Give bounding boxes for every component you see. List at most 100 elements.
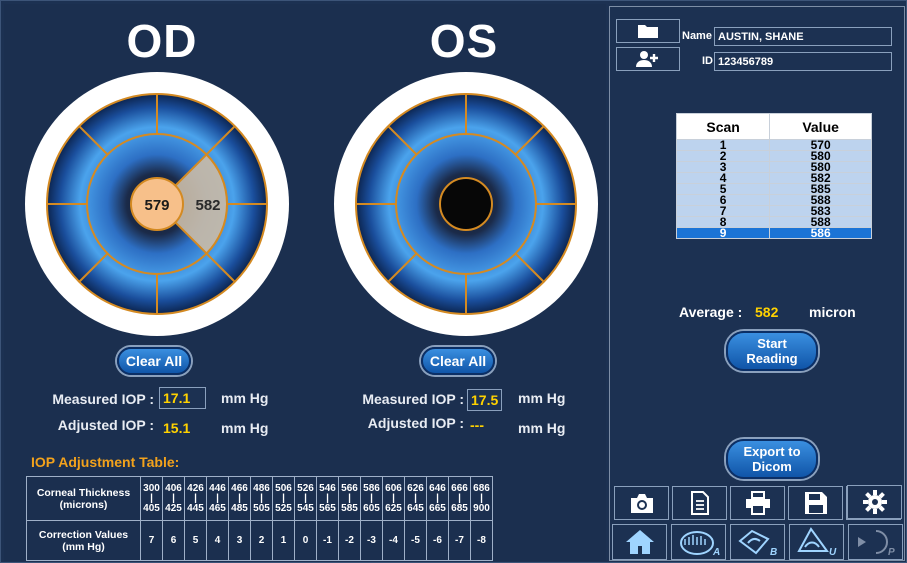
folder-icon bbox=[638, 25, 658, 38]
report-button[interactable] bbox=[672, 486, 727, 520]
settings-gear-button[interactable] bbox=[847, 485, 902, 519]
svg-text:P: P bbox=[888, 547, 895, 557]
os-measured-iop-label: Measured IOP : bbox=[362, 391, 464, 407]
scan-number-cell: 9 bbox=[675, 227, 771, 239]
od-adjusted-iop-label: Adjusted IOP : bbox=[57, 417, 154, 433]
add-patient-button[interactable] bbox=[616, 47, 680, 71]
thickness-range-cell: 666 | 685 bbox=[448, 476, 471, 521]
correction-value-cell: -7 bbox=[448, 520, 471, 561]
patient-name-field[interactable]: AUSTIN, SHANE bbox=[714, 27, 892, 46]
scan-row[interactable]: 3 580 bbox=[675, 161, 872, 173]
correction-row: Correction Values (mm Hg) 7 6 5 4 3 2 1 0 -1 -2 -3-… bbox=[26, 520, 493, 561]
average-value: 582 bbox=[755, 304, 779, 320]
thickness-header: Corneal Thickness (microns) bbox=[26, 476, 141, 521]
id-label: ID bbox=[702, 55, 713, 67]
patient-id-field[interactable]: 123456789 bbox=[714, 52, 892, 71]
mode-p-button[interactable]: P bbox=[848, 524, 903, 560]
correction-value-cell: -3 bbox=[360, 520, 383, 561]
scan-row[interactable]: 7 583 bbox=[675, 205, 872, 217]
os-measured-iop-unit: mm Hg bbox=[518, 390, 566, 406]
patient-panel: Name AUSTIN, SHANE ID 123456789 Scan Val… bbox=[609, 6, 905, 561]
correction-value-cell: 6 bbox=[162, 520, 185, 561]
correction-value-cell: 5 bbox=[184, 520, 207, 561]
thickness-range-cell: 626 | 645 bbox=[404, 476, 427, 521]
open-folder-button[interactable] bbox=[616, 19, 680, 43]
document-icon bbox=[690, 491, 709, 515]
od-center-value: 579 bbox=[144, 197, 169, 214]
od-adjusted-iop-value: 15.1 bbox=[163, 420, 191, 436]
value-column-header: Value bbox=[769, 113, 872, 140]
print-button[interactable] bbox=[730, 486, 785, 520]
od-clear-all-button[interactable]: Clear All bbox=[117, 347, 191, 375]
u-scan-icon: U bbox=[796, 527, 837, 557]
scan-row[interactable]: 6 588 bbox=[675, 194, 872, 206]
home-icon bbox=[625, 530, 654, 554]
average-unit: micron bbox=[809, 304, 856, 320]
correction-value-cell: -1 bbox=[316, 520, 339, 561]
thickness-range-cell: 300 | 405 bbox=[140, 476, 163, 521]
thickness-row: Corneal Thickness (microns) 300 | 405 406 | 42… bbox=[26, 476, 493, 521]
scan-row[interactable]: 4 582 bbox=[675, 172, 872, 184]
od-right-value: 582 bbox=[195, 197, 220, 214]
correction-value-cell: 2 bbox=[250, 520, 273, 561]
correction-value-cell: 0 bbox=[294, 520, 317, 561]
correction-value-cell: -6 bbox=[426, 520, 449, 561]
od-eye-map[interactable]: 579 582 bbox=[22, 69, 292, 339]
save-button[interactable] bbox=[788, 486, 843, 520]
svg-text:A: A bbox=[712, 547, 720, 557]
correction-value-cell: -5 bbox=[404, 520, 427, 561]
a-scan-icon: A bbox=[679, 531, 720, 557]
mode-b-button[interactable]: B bbox=[730, 524, 785, 560]
thickness-range-cell: 606 | 625 bbox=[382, 476, 405, 521]
thickness-range-cell: 426 | 445 bbox=[184, 476, 207, 521]
scan-row[interactable]: 9 586 bbox=[675, 227, 872, 239]
os-adjusted-iop-label: Adjusted IOP : bbox=[367, 415, 464, 431]
mode-u-button[interactable]: U bbox=[789, 524, 844, 560]
scan-row[interactable]: 8 588 bbox=[675, 216, 872, 228]
export-dicom-button[interactable]: Export to Dicom bbox=[726, 439, 818, 479]
thickness-range-cell: 546 | 565 bbox=[316, 476, 339, 521]
os-measured-iop-field[interactable]: 17.5 bbox=[467, 389, 502, 411]
correction-value-cell: 1 bbox=[272, 520, 295, 561]
correction-value-cell: -4 bbox=[382, 520, 405, 561]
save-icon bbox=[804, 492, 827, 514]
scan-row[interactable]: 2 580 bbox=[675, 150, 872, 162]
iop-adjustment-table: Corneal Thickness (microns) 300 | 405 406 | 42… bbox=[26, 476, 493, 561]
thickness-range-cell: 526 | 545 bbox=[294, 476, 317, 521]
print-icon bbox=[745, 491, 770, 515]
scan-row[interactable]: 5 585 bbox=[675, 183, 872, 195]
thickness-range-cell: 466 | 485 bbox=[228, 476, 251, 521]
thickness-range-cell: 586 | 605 bbox=[360, 476, 383, 521]
thickness-range-cell: 446 | 465 bbox=[206, 476, 229, 521]
od-measured-iop-field[interactable]: 17.1 bbox=[159, 387, 206, 409]
od-measured-iop-label: Measured IOP : bbox=[52, 391, 154, 407]
camera-button[interactable] bbox=[614, 486, 669, 520]
os-eye-map[interactable] bbox=[331, 69, 601, 339]
os-title: OS bbox=[429, 15, 499, 67]
correction-value-cell: 4 bbox=[206, 520, 229, 561]
average-label: Average : bbox=[679, 304, 743, 320]
thickness-range-cell: 506 | 525 bbox=[272, 476, 295, 521]
thickness-range-cell: 646 | 665 bbox=[426, 476, 449, 521]
thickness-range-cell: 406 | 425 bbox=[162, 476, 185, 521]
svg-text:B: B bbox=[770, 547, 777, 557]
correction-value-cell: -2 bbox=[338, 520, 361, 561]
start-reading-button[interactable]: Start Reading bbox=[726, 331, 818, 371]
od-title: OD bbox=[126, 15, 198, 67]
scan-column-header: Scan bbox=[675, 113, 771, 140]
os-adjusted-iop-value: --- bbox=[470, 417, 484, 433]
thickness-range-cell: 566 | 585 bbox=[338, 476, 361, 521]
od-measured-iop-unit: mm Hg bbox=[221, 390, 269, 406]
home-button[interactable] bbox=[612, 524, 667, 560]
adjustment-table-title: IOP Adjustment Table: bbox=[31, 454, 180, 470]
mode-a-button[interactable]: A bbox=[671, 524, 726, 560]
correction-value-cell: 7 bbox=[140, 520, 163, 561]
os-clear-all-button[interactable]: Clear All bbox=[421, 347, 495, 375]
scan-table: Scan Value 1 570 2 580 3 580 4 582 5 585 6 588 7 583 8… bbox=[675, 113, 872, 239]
thickness-range-cell: 486 | 505 bbox=[250, 476, 273, 521]
correction-header: Correction Values (mm Hg) bbox=[26, 520, 141, 561]
name-label: Name bbox=[682, 30, 712, 42]
correction-value-cell: 3 bbox=[228, 520, 251, 561]
scan-row[interactable]: 1 570 bbox=[675, 139, 872, 151]
thickness-range-cell: 686 | 900 bbox=[470, 476, 493, 521]
